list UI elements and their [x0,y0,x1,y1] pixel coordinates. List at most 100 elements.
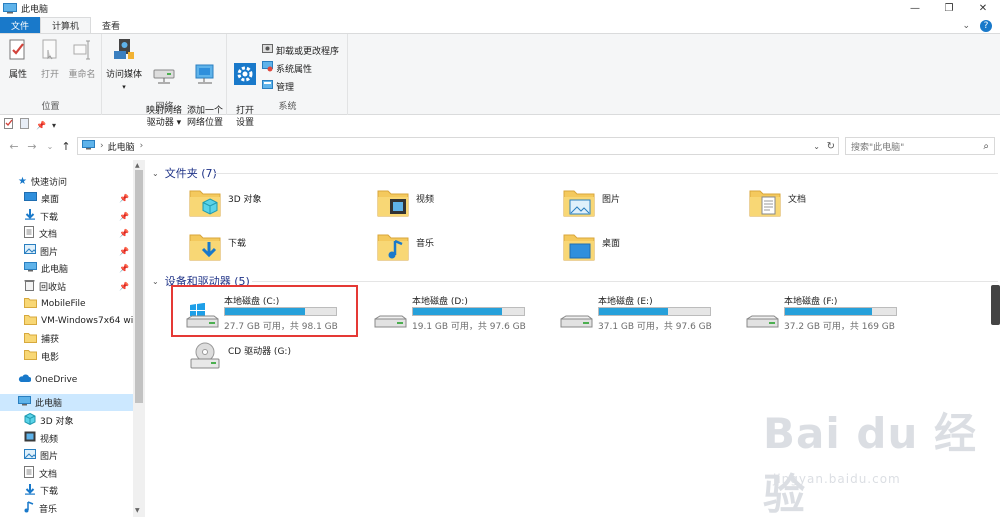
search-icon[interactable]: ⌕ [983,141,989,152]
up-button[interactable]: ↑ [58,136,74,156]
desktop-icon [24,192,37,205]
folder-item[interactable]: 音乐 [376,230,546,266]
nav-this-pc-label: 此电脑 [35,399,63,409]
system-group-label: 系统 [278,102,297,112]
nav-this-pc[interactable]: 此电脑 [0,394,133,411]
nav-item[interactable]: 回收站 📌 [0,278,133,295]
tab-view[interactable]: 查看 [91,17,131,34]
folder-item[interactable]: 下载 [188,230,358,266]
maximize-button[interactable]: ❐ [932,0,966,17]
search-input[interactable]: 搜索"此电脑" ⌕ [845,137,995,155]
drive-item[interactable]: 本地磁盘 (D:) 19.1 GB 可用，共 97.6 GB [372,294,552,334]
document-icon [24,226,35,241]
access-media-button[interactable]: 访问媒体 ▾ [105,38,143,93]
nav-item[interactable]: 文档 📌 [0,225,133,242]
nav-item[interactable]: 此电脑 📌 [0,260,133,277]
folder-icon [24,297,37,311]
nav-pc-item[interactable]: 3D 对象 [0,412,133,429]
cd-drive-g[interactable]: CD 驱动器 (G:) [188,340,388,376]
folder-item[interactable]: 图片 [562,186,732,222]
breadcrumb-separator[interactable]: › [100,141,104,151]
folder-item[interactable]: 桌面 [562,230,732,266]
network-group-label: 网络 [155,102,174,112]
address-row: ← → ⌄ ↑ › 此电脑 › ⌄ ↻ 搜索"此电脑" ⌕ [0,136,1000,156]
nav-item[interactable]: 电影 [0,348,133,365]
map-network-drive-button[interactable]: 映射网络 驱动器 ▾ [143,38,185,129]
folders-section-header[interactable]: ⌄ 文件夹 (7) [152,165,217,181]
rename-icon [66,38,98,66]
pin-icon[interactable]: 📌 [119,212,129,221]
drive-usage-bar [598,307,711,316]
folder-item[interactable]: 3D 对象 [188,186,358,222]
add-network-location-button[interactable]: 添加一个 网络位置 [185,38,225,129]
scroll-down-icon[interactable]: ▼ [135,507,140,514]
nav-pc-item[interactable]: 视频 [0,430,133,447]
rename-button[interactable]: 重命名 [66,38,98,81]
hard-drive-icon [558,303,594,334]
nav-item[interactable]: 下载 📌 [0,208,133,225]
properties-check-icon[interactable] [4,118,14,132]
close-button[interactable]: ✕ [966,0,1000,17]
minimize-button[interactable]: — [898,0,932,17]
nav-quick-access[interactable]: ★ 快速访问 [0,173,133,190]
back-button[interactable]: ← [6,136,22,156]
nav-scrollbar-thumb[interactable] [135,170,143,403]
document-folder-icon [748,187,782,222]
system-properties-button[interactable]: 系统属性 [262,60,312,76]
folder-item[interactable]: 文档 [748,186,918,222]
properties-button[interactable]: 属性 [4,38,32,81]
nav-pc-item-label: 下载 [40,487,59,497]
tab-computer[interactable]: 计算机 [40,17,92,34]
ribbon-help-area: ⌄ ? [962,17,1000,34]
customize-toolbar-icon[interactable]: ▾ [52,121,56,130]
recent-locations-button[interactable]: ⌄ [42,136,58,156]
manage-button[interactable]: 管理 [262,78,294,94]
chevron-down-icon[interactable]: ⌄ [152,169,159,178]
properties-label: 属性 [8,70,27,80]
3d-icon [24,412,36,428]
uninstall-program-button[interactable]: 卸载或更改程序 [262,42,339,58]
forward-button[interactable]: → [24,136,40,156]
nav-item-label: 电影 [41,352,60,363]
pc-icon [18,396,31,409]
drive-item[interactable]: 本地磁盘 (F:) 37.2 GB 可用，共 169 GB [744,294,924,334]
nav-pc-item[interactable]: 文档 [0,465,133,482]
picture-icon [24,244,37,258]
refresh-icon[interactable]: ↻ [827,141,835,152]
open-button[interactable]: 打开 [36,38,64,81]
nav-item[interactable]: 捕获 [0,330,133,347]
breadcrumb-separator[interactable]: › [140,141,144,151]
open-settings-button[interactable]: 打开 设置 [230,38,260,129]
ribbon-tabs: 文件 计算机 查看 [0,17,1000,34]
chevron-down-icon[interactable]: ⌄ [962,21,970,31]
chevron-down-icon[interactable]: ⌄ [152,277,159,286]
pin-icon[interactable]: 📌 [119,247,129,256]
nav-item[interactable]: 桌面 📌 [0,190,133,207]
pin-icon[interactable]: 📌 [119,264,129,273]
partial-device-icon[interactable] [991,285,1000,325]
nav-pc-item[interactable]: 图片 [0,447,133,464]
nav-onedrive[interactable]: OneDrive [0,371,133,388]
pin-icon[interactable]: 📌 [119,229,129,238]
pin-icon[interactable]: 📌 [36,121,46,130]
gear-icon [230,50,260,90]
nav-pc-item[interactable]: 下载 [0,482,133,499]
new-folder-icon[interactable] [20,118,30,132]
window-title: 此电脑 [21,5,49,15]
pin-icon[interactable]: 📌 [119,282,129,291]
nav-pc-item[interactable]: 音乐 [0,500,133,517]
breadcrumb-this-pc[interactable]: 此电脑 [108,140,135,153]
nav-item[interactable]: MobileFile [0,295,133,312]
tab-file[interactable]: 文件 [0,17,41,34]
address-bar[interactable]: › 此电脑 › ⌄ ↻ [77,137,839,155]
network-location-icon [185,50,225,90]
folder-item[interactable]: 视频 [376,186,546,222]
media-icon [105,38,143,66]
address-dropdown-icon[interactable]: ⌄ [813,142,820,151]
pin-icon[interactable]: 📌 [119,194,129,203]
nav-item[interactable]: 图片 📌 [0,243,133,260]
nav-item[interactable]: VM-Windows7x64 with [0,313,133,330]
scroll-up-icon[interactable]: ▲ [135,162,140,169]
help-icon[interactable]: ? [980,19,992,32]
drive-item[interactable]: 本地磁盘 (E:) 37.1 GB 可用，共 97.6 GB [558,294,738,334]
